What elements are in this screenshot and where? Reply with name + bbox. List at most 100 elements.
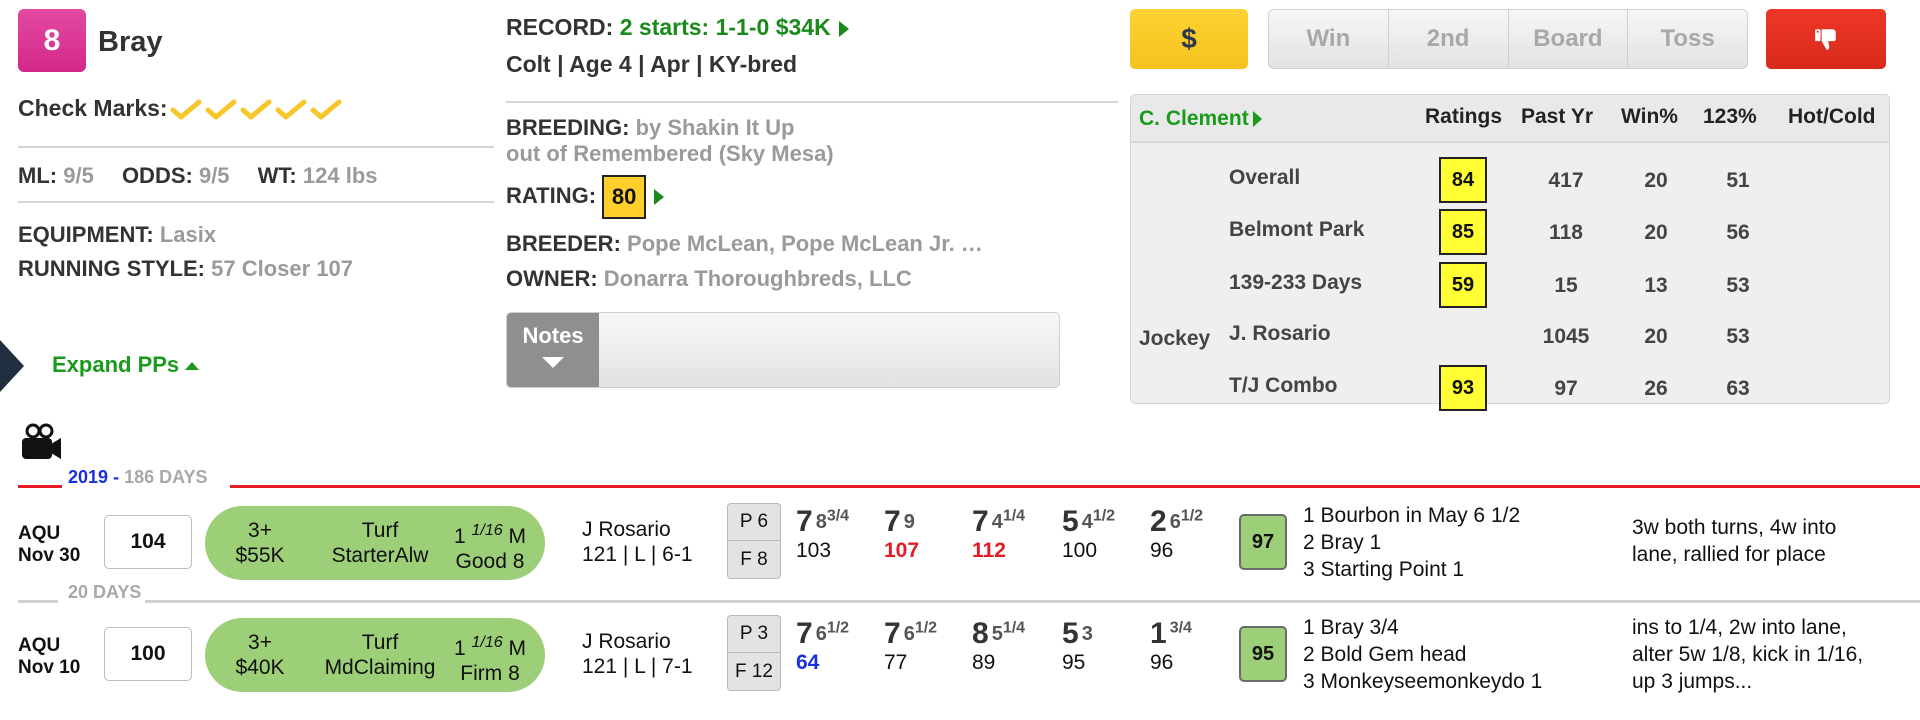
rating-row: RATING: 80 xyxy=(506,175,665,219)
race-conditions-pill[interactable]: 3+ $55K Turf StarterAlw 1 1/16 M Good 8 xyxy=(205,506,545,580)
race-date: Nov 10 xyxy=(18,657,81,678)
finisher: 2 Bold Gem head xyxy=(1303,643,1467,666)
speed-figure-box: 100 xyxy=(104,627,192,681)
call-speed: 95 xyxy=(1062,651,1086,674)
post-field-box: P 6F 8 xyxy=(727,503,781,579)
breeding-label: BREEDING: xyxy=(506,115,630,140)
divider xyxy=(506,101,1118,103)
caret-down-icon xyxy=(542,357,564,368)
row-label: 139-233 Days xyxy=(1229,271,1363,294)
call-position: 8 51/4 89 xyxy=(972,617,1025,675)
call-pos: 7 xyxy=(972,505,989,538)
pick-board-button[interactable]: Board xyxy=(1509,10,1629,68)
row-past-yr: 1045 xyxy=(1542,325,1590,348)
race-age: 3+ xyxy=(248,631,272,654)
jockey-weight-odds: 121 | L | 7-1 xyxy=(582,655,693,678)
call-speed: 96 xyxy=(1150,651,1174,674)
finisher: 2 Bray 1 xyxy=(1303,531,1382,554)
race-age-purse: 3+ $55K xyxy=(225,518,295,568)
running-style-row: RUNNING STYLE: 57 Closer 107 xyxy=(18,256,353,282)
divider xyxy=(18,146,494,148)
check-mark-icon xyxy=(170,98,202,120)
header-past-yr: Past Yr xyxy=(1521,105,1593,128)
check-mark-icon xyxy=(240,98,272,120)
call-pos: 7 xyxy=(884,617,901,650)
jockey-info: J Rosario 121 | L | 7-1 xyxy=(582,629,693,679)
row-win-pct: 20 xyxy=(1644,325,1668,348)
top-finishers: 1 Bourbon in May 6 1/2 2 Bray 1 3 Starting… xyxy=(1303,502,1520,583)
header-hot-cold: Hot/Cold xyxy=(1788,105,1876,128)
call-pos: 8 xyxy=(972,617,989,650)
pick-toss-button[interactable]: Toss xyxy=(1628,10,1747,68)
odds-label: ODDS: xyxy=(121,163,193,188)
race-conditions-pill[interactable]: 3+ $40K Turf MdClaiming 1 1/16 M Firm 8 xyxy=(205,618,545,692)
side-panel-toggle-arrow[interactable] xyxy=(0,340,24,392)
track-code: AQU xyxy=(18,635,61,656)
check-mark-icon xyxy=(275,98,307,120)
race-distance-condition: 1 1/16 M Firm 8 xyxy=(445,630,535,686)
call-speed: 112 xyxy=(972,539,1006,562)
call-lengths: 61/2 xyxy=(815,619,850,645)
breeder-value: Pope McLean, Pope McLean Jr. … xyxy=(627,231,983,256)
pick-win-button[interactable]: Win xyxy=(1269,10,1389,68)
record-expand-arrow-icon[interactable] xyxy=(838,20,849,37)
top-finishers: 1 Bray 3/4 2 Bold Gem head 3 Monkeyseemonk… xyxy=(1303,614,1542,695)
row-rating: 93 xyxy=(1439,365,1487,411)
call-lengths: 83/4 xyxy=(815,507,850,533)
equipment-label: EQUIPMENT: xyxy=(18,222,154,247)
trainer-name-link[interactable]: C. Clement xyxy=(1139,107,1262,131)
call-speed: 100 xyxy=(1062,539,1098,562)
jockey-info: J Rosario 121 | L | 6-1 xyxy=(582,517,693,567)
breeding-row: BREEDING: by Shakin It Up out of Remembe… xyxy=(506,115,834,167)
call-lengths: 51/4 xyxy=(991,619,1026,645)
call-position: 53 95 xyxy=(1062,617,1093,675)
notes-box[interactable]: Notes xyxy=(506,312,1060,388)
trip-comment: 3w both turns, 4w into lane, rallied for… xyxy=(1632,516,1837,566)
owner-value: Donarra Thoroughbreds, LLC xyxy=(603,266,912,291)
check-marks-label: Check Marks: xyxy=(18,95,168,121)
post-field-box: P 3 F 12 xyxy=(727,615,781,691)
notes-toggle[interactable]: Notes xyxy=(507,313,599,387)
notes-label: Notes xyxy=(522,323,584,348)
running-style-value: 57 Closer 107 xyxy=(211,256,353,281)
row-past-yr: 118 xyxy=(1549,221,1583,244)
row-label: T/J Combo xyxy=(1229,374,1338,397)
jockey-weight-odds: 121 | L | 6-1 xyxy=(582,543,693,566)
call-pos: 7 xyxy=(884,505,901,538)
bet-dollar-button[interactable]: $ xyxy=(1130,9,1248,69)
track-date: AQU Nov 30 xyxy=(18,523,80,567)
gap-separator-line xyxy=(18,600,58,603)
check-marks-row: Check Marks: xyxy=(18,95,345,122)
trip-comment: ins to 1/4, 2w into lane, alter 5w 1/8, … xyxy=(1632,616,1864,693)
video-camera-icon[interactable] xyxy=(20,423,62,461)
thumbs-down-icon xyxy=(1815,29,1836,50)
call-speed: 64 xyxy=(796,651,820,674)
post-position: P 3 xyxy=(728,616,780,653)
gap-separator-line xyxy=(145,600,1920,603)
rating-expand-arrow-icon[interactable] xyxy=(654,189,665,205)
call-lengths: 41/4 xyxy=(991,507,1026,533)
pick-2nd-button[interactable]: 2nd xyxy=(1389,10,1509,68)
horse-name: Bray xyxy=(98,26,163,58)
year-separator-label: 2019 - 186 DAYS xyxy=(68,467,207,488)
race-date: Nov 30 xyxy=(18,545,81,566)
finisher: 3 Monkeyseemonkeydo 1 xyxy=(1303,670,1543,693)
weight-label: WT: xyxy=(257,163,297,188)
record-label: RECORD: xyxy=(506,14,614,40)
row-rating: 59 xyxy=(1439,262,1487,308)
race-type: StarterAlw xyxy=(331,544,429,567)
expand-pps-label: Expand PPs xyxy=(52,352,180,377)
header-win-pct: Win% xyxy=(1621,105,1678,128)
rating-label: RATING: xyxy=(506,182,597,208)
year-separator-line xyxy=(230,485,1920,488)
thumbs-down-button[interactable] xyxy=(1766,9,1886,69)
weight-value: 124 lbs xyxy=(302,163,378,188)
row-win-pct: 13 xyxy=(1644,274,1668,297)
row-label: Belmont Park xyxy=(1229,218,1365,241)
odds-row: ML: 9/5 ODDS: 9/5 WT: 124 lbs xyxy=(18,163,378,189)
expand-pps-link[interactable]: Expand PPs xyxy=(52,352,200,378)
header-ratings: Ratings xyxy=(1425,105,1503,128)
header-123-pct: 123% xyxy=(1703,105,1757,128)
row-123-pct: 51 xyxy=(1726,169,1750,192)
call-position: 7 61/2 77 xyxy=(884,617,937,675)
